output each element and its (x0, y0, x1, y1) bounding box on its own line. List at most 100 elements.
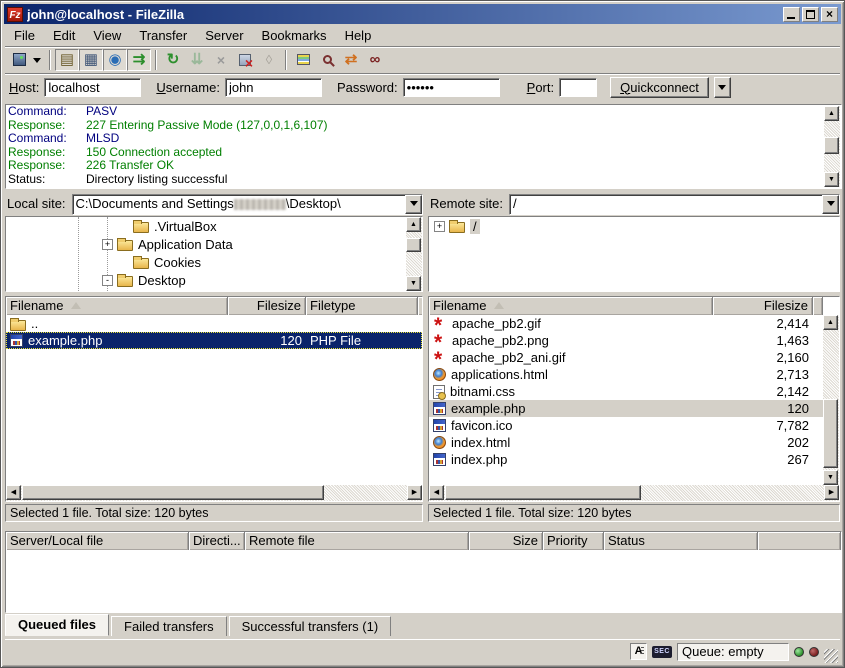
file-row[interactable]: apache_pb2.gif 2,414 (429, 315, 823, 332)
menu-bookmarks[interactable]: Bookmarks (253, 26, 336, 45)
encryption-indicator-icon[interactable]: SEC (652, 646, 672, 658)
filter-icon[interactable] (291, 49, 315, 71)
file-row[interactable]: index.html 202 (429, 434, 823, 451)
toggle-remote-tree-icon[interactable]: ◉ (103, 49, 127, 71)
transfer-queue[interactable]: Server/Local file Directi... Remote file… (5, 531, 842, 613)
menu-view[interactable]: View (84, 26, 130, 45)
scroll-left-icon[interactable]: ◀ (429, 485, 444, 500)
remote-list-hscrollbar[interactable]: ◀ ▶ (429, 485, 839, 501)
reconnect-icon[interactable]: ◊ (257, 49, 281, 71)
maximize-button[interactable] (802, 7, 819, 22)
file-row-parent-dir[interactable]: .. (6, 315, 422, 332)
tab-successful-transfers[interactable]: Successful transfers (1) (229, 616, 392, 636)
toggle-log-icon[interactable]: ▤ (55, 49, 79, 71)
message-log[interactable]: Command:PASV Response:227 Entering Passi… (5, 104, 842, 189)
column-header-filename[interactable]: Filename (429, 297, 713, 315)
resize-grip[interactable] (824, 649, 838, 663)
file-row-example-php[interactable]: example.php 120 (429, 400, 823, 417)
toggle-local-tree-icon[interactable]: ▦ (79, 49, 103, 71)
site-manager-icon[interactable] (7, 49, 31, 71)
remote-combo-dropdown-icon[interactable] (822, 195, 839, 214)
local-list-hscrollbar[interactable]: ◀ ▶ (6, 485, 422, 501)
scroll-thumb[interactable] (22, 485, 324, 500)
find-files-icon[interactable]: ∞ (363, 49, 387, 71)
tab-queued-files[interactable]: Queued files (5, 614, 109, 636)
tree-item-root[interactable]: + / (429, 217, 839, 235)
password-input[interactable] (403, 78, 500, 97)
column-header-lastmodified[interactable]: L (418, 297, 423, 315)
menu-transfer[interactable]: Transfer (130, 26, 196, 45)
scroll-thumb[interactable] (445, 485, 641, 500)
collapse-icon[interactable]: - (102, 275, 113, 286)
local-tree-scrollbar[interactable]: ▲ ▼ (406, 217, 422, 291)
scroll-up-icon[interactable]: ▲ (406, 217, 421, 232)
transfer-type-indicator-icon[interactable]: A (630, 643, 647, 660)
column-header-filesize[interactable]: Filesize (713, 297, 813, 315)
scroll-up-icon[interactable]: ▲ (824, 106, 839, 121)
local-file-list[interactable]: Filename Filesize Filetype L .. example.… (5, 296, 423, 502)
compare-icon[interactable] (315, 49, 339, 71)
expand-icon[interactable]: + (102, 239, 113, 250)
tree-item-virtualbox[interactable]: .VirtualBox (6, 217, 422, 235)
column-header-filetype[interactable]: Filetype (306, 297, 418, 315)
toggle-queue-icon[interactable]: ⇉ (127, 49, 151, 71)
scroll-right-icon[interactable]: ▶ (407, 485, 422, 500)
scroll-thumb[interactable] (824, 137, 839, 154)
column-header-server-local-file[interactable]: Server/Local file (6, 532, 189, 550)
tree-item-cookies[interactable]: Cookies (6, 253, 422, 271)
log-line: Response:226 Transfer OK (6, 159, 841, 173)
scroll-down-icon[interactable]: ▼ (824, 172, 839, 187)
quickconnect-dropdown-icon[interactable] (714, 77, 731, 98)
local-combo-dropdown-icon[interactable] (405, 195, 422, 214)
column-header-size[interactable]: Size (469, 532, 543, 550)
refresh-icon[interactable]: ↻ (161, 49, 185, 71)
tab-failed-transfers[interactable]: Failed transfers (111, 616, 227, 636)
file-row[interactable]: favicon.ico 7,782 (429, 417, 823, 434)
scroll-thumb[interactable] (823, 399, 838, 468)
scroll-down-icon[interactable]: ▼ (823, 470, 838, 485)
remote-list-vscrollbar[interactable]: ▲ ▼ (823, 315, 839, 485)
scroll-down-icon[interactable]: ▼ (406, 276, 421, 291)
process-queue-icon[interactable]: ⇊ (185, 49, 209, 71)
local-site-combo[interactable]: C:\Documents and Settings\Desktop\ (72, 194, 423, 215)
file-row[interactable]: apache_pb2_ani.gif 2,160 (429, 349, 823, 366)
local-directory-tree[interactable]: .VirtualBox +Application Data Cookies -D… (5, 216, 423, 292)
cancel-icon[interactable]: × (209, 49, 233, 71)
menu-file[interactable]: File (5, 26, 44, 45)
column-header-priority[interactable]: Priority (543, 532, 604, 550)
quickconnect-button[interactable]: Quickconnect (610, 77, 709, 98)
title-bar[interactable]: Fz john@localhost - FileZilla × (4, 4, 841, 24)
menu-edit[interactable]: Edit (44, 26, 84, 45)
column-header-filesize[interactable]: Filesize (228, 297, 306, 315)
scroll-up-icon[interactable]: ▲ (823, 315, 838, 330)
disconnect-icon[interactable] (233, 49, 257, 71)
minimize-button[interactable] (783, 7, 800, 22)
file-row[interactable]: apache_pb2.png 1,463 (429, 332, 823, 349)
sync-browse-icon[interactable]: ⇄ (339, 49, 363, 71)
username-input[interactable] (225, 78, 322, 97)
menu-server[interactable]: Server (196, 26, 252, 45)
close-button[interactable]: × (821, 7, 838, 22)
remote-file-list[interactable]: Filename Filesize apache_pb2.gif 2,414 a… (428, 296, 840, 502)
file-row[interactable]: bitnami.css 2,142 (429, 383, 823, 400)
column-header-remote-file[interactable]: Remote file (245, 532, 469, 550)
remote-directory-tree[interactable]: + / (428, 216, 840, 292)
scroll-thumb[interactable] (406, 238, 421, 252)
site-manager-dropdown-icon[interactable] (33, 58, 41, 67)
column-header-status[interactable]: Status (604, 532, 758, 550)
column-header-direction[interactable]: Directi... (189, 532, 245, 550)
expand-icon[interactable]: + (434, 221, 445, 232)
column-header-filename[interactable]: Filename (6, 297, 228, 315)
tree-item-desktop[interactable]: -Desktop (6, 271, 422, 289)
scroll-right-icon[interactable]: ▶ (824, 485, 839, 500)
file-row-example-php[interactable]: example.php 120 PHP File 1 (6, 332, 422, 349)
menu-help[interactable]: Help (336, 26, 381, 45)
host-input[interactable] (44, 78, 141, 97)
file-row[interactable]: index.php 267 (429, 451, 823, 468)
file-row[interactable]: applications.html 2,713 (429, 366, 823, 383)
scroll-left-icon[interactable]: ◀ (6, 485, 21, 500)
remote-site-combo[interactable]: / (509, 194, 840, 215)
log-scrollbar[interactable]: ▲ ▼ (824, 106, 840, 187)
port-input[interactable] (559, 78, 597, 97)
tree-item-application-data[interactable]: +Application Data (6, 235, 422, 253)
